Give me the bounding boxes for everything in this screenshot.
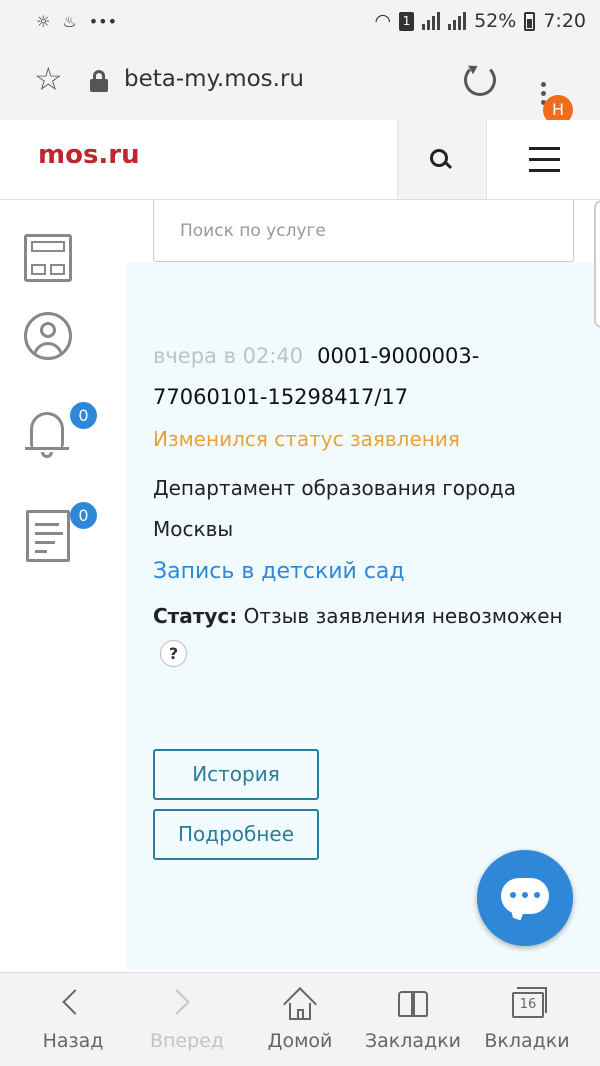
signal-icon bbox=[422, 12, 441, 30]
signal-icon-2 bbox=[448, 12, 467, 30]
status-left: ☼ ♨ ••• bbox=[36, 12, 117, 31]
sidebar-item-dashboard[interactable] bbox=[24, 234, 72, 282]
browser-toolbar: ☆ beta-my.mos.ru Н bbox=[0, 42, 600, 125]
bell-icon-part bbox=[41, 452, 53, 458]
service-link[interactable]: Запись в детский сад bbox=[153, 550, 573, 594]
nav-bookmarks-label: Закладки bbox=[364, 1030, 462, 1052]
status-row: Статус: Отзыв заявления невозможен bbox=[153, 594, 573, 638]
application-header: вчера в 02:40 0001-9000003-77060101-15298… bbox=[153, 336, 573, 418]
notifications-badge: 0 bbox=[70, 402, 97, 429]
system-status-bar: ☼ ♨ ••• ◠ 1 52% 7:20 bbox=[0, 0, 600, 42]
dashboard-icon bbox=[31, 241, 65, 252]
search-button[interactable] bbox=[397, 120, 486, 199]
lock-icon bbox=[90, 70, 108, 92]
user-icon bbox=[40, 322, 56, 338]
details-button[interactable]: Подробнее bbox=[153, 809, 319, 860]
nav-home-label: Домой bbox=[267, 1030, 333, 1052]
document-icon-line bbox=[35, 532, 63, 535]
site-logo[interactable]: mos.ru bbox=[38, 140, 140, 170]
more-icon: ••• bbox=[88, 11, 117, 31]
sidebar-item-notifications[interactable] bbox=[24, 410, 72, 458]
status-change-text: Изменился статус заявления bbox=[153, 427, 460, 451]
chat-button[interactable] bbox=[477, 850, 573, 946]
application-card: вчера в 02:40 0001-9000003-77060101-15298… bbox=[153, 336, 573, 667]
search-icon-handle bbox=[444, 161, 453, 170]
applications-badge: 0 bbox=[70, 502, 97, 529]
bookmarks-icon bbox=[398, 991, 430, 1017]
department-name: Департамент образования города Москвы bbox=[153, 476, 516, 541]
menu-button[interactable] bbox=[486, 120, 600, 199]
document-icon bbox=[35, 523, 59, 526]
user-icon-part bbox=[33, 342, 63, 357]
bell-icon-part bbox=[25, 447, 69, 450]
bell-icon bbox=[30, 412, 64, 448]
document-icon-line bbox=[35, 541, 55, 544]
address-bar[interactable]: beta-my.mos.ru bbox=[124, 66, 304, 92]
site-header: mos.ru bbox=[0, 120, 600, 200]
notification-icon: ♨ bbox=[62, 11, 77, 31]
service-search-input[interactable] bbox=[153, 200, 574, 262]
browser-bottom-nav: Назад Вперед Домой Закладки Вкладки 16 bbox=[0, 972, 600, 1066]
sidebar: 0 0 bbox=[0, 200, 101, 972]
help-icon[interactable]: ? bbox=[160, 640, 187, 667]
nav-back[interactable]: Назад bbox=[16, 973, 130, 1066]
home-icon bbox=[283, 987, 317, 1021]
sim-icon: 1 bbox=[399, 11, 415, 31]
nav-bookmarks[interactable]: Закладки bbox=[356, 973, 470, 1066]
dashboard-icon-part bbox=[50, 264, 65, 275]
history-button[interactable]: История bbox=[153, 749, 319, 800]
status-label: Статус: bbox=[153, 604, 238, 628]
clock: 7:20 bbox=[543, 10, 586, 32]
tabs-icon: 16 bbox=[512, 987, 547, 1018]
battery-icon bbox=[524, 11, 536, 31]
nav-back-label: Назад bbox=[42, 1030, 104, 1052]
status-right: ◠ 1 52% 7:20 bbox=[375, 10, 587, 32]
status-value: Отзыв заявления невозможен bbox=[243, 604, 563, 628]
sidebar-item-profile[interactable] bbox=[24, 312, 72, 360]
sidebar-item-applications[interactable] bbox=[26, 510, 70, 562]
nav-forward-label: Вперед bbox=[149, 1030, 225, 1052]
chat-icon-dots bbox=[510, 892, 540, 898]
nav-tabs-label: Вкладки bbox=[484, 1030, 570, 1052]
wifi-icon: ◠ bbox=[374, 10, 392, 32]
nav-forward[interactable]: Вперед bbox=[130, 973, 244, 1066]
reload-icon[interactable] bbox=[464, 64, 496, 96]
application-time: вчера в 02:40 bbox=[153, 344, 304, 368]
document-icon-line bbox=[35, 550, 47, 553]
scroll-handle[interactable] bbox=[594, 200, 600, 328]
weather-icon: ☼ bbox=[36, 11, 51, 31]
bookmark-star-icon[interactable]: ☆ bbox=[34, 63, 63, 95]
battery-percent: 52% bbox=[474, 10, 517, 32]
dashboard-icon-part bbox=[31, 264, 46, 275]
